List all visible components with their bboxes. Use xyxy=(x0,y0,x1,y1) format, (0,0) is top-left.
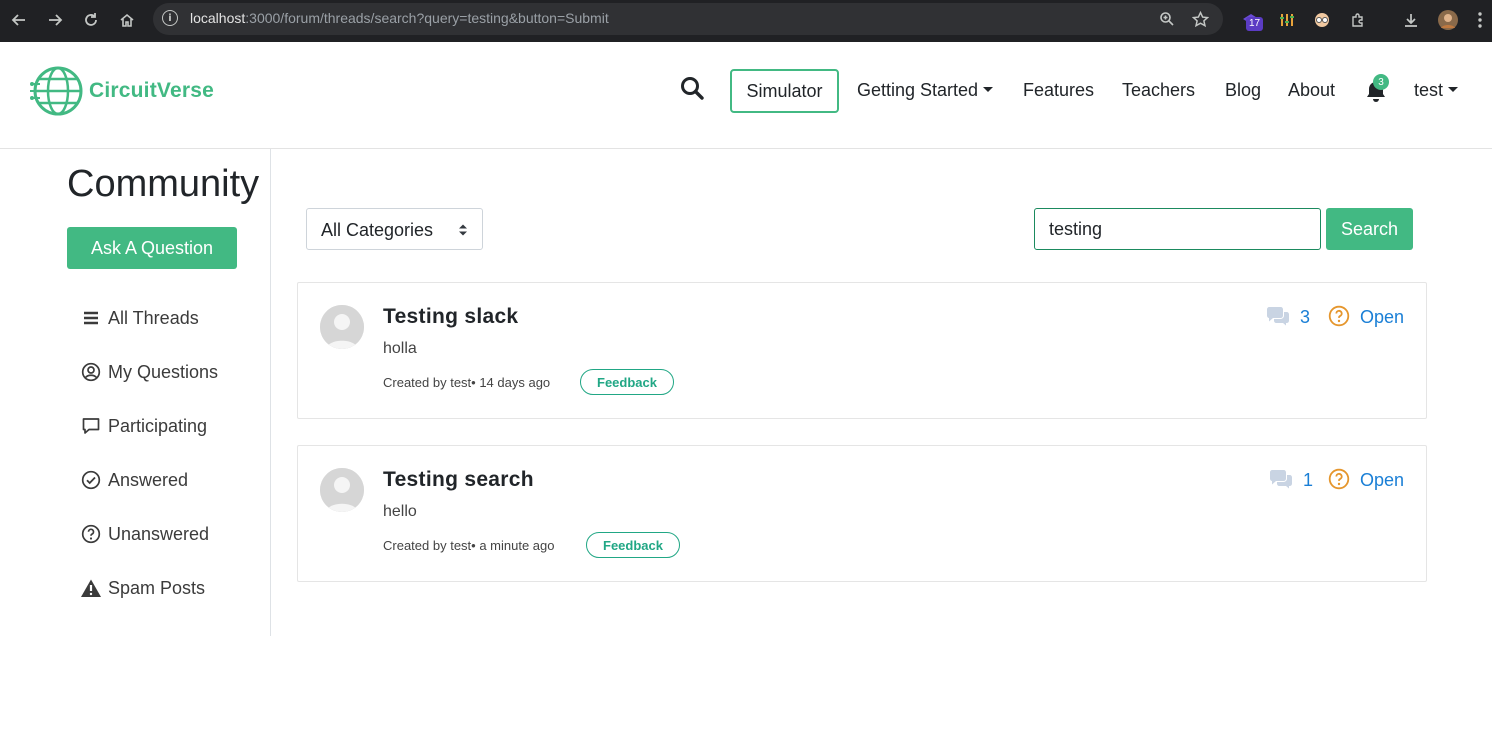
comments-icon xyxy=(1270,470,1292,489)
reply-count: 3 xyxy=(1300,307,1311,327)
browser-menu-icon[interactable] xyxy=(1467,7,1492,33)
comment-icon xyxy=(80,415,102,437)
features-link[interactable]: Features xyxy=(1023,80,1094,101)
extension-bars-icon[interactable] xyxy=(1274,7,1300,33)
category-tag[interactable]: Feedback xyxy=(586,532,680,558)
browser-toolbar: i localhost:3000/forum/threads/search?qu… xyxy=(0,0,1492,42)
sidebar-item-my-questions[interactable]: My Questions xyxy=(80,357,218,387)
getting-started-dropdown[interactable]: Getting Started xyxy=(857,80,994,101)
site-info-icon[interactable]: i xyxy=(162,10,178,26)
check-circle-icon xyxy=(80,469,102,491)
ask-question-button[interactable]: Ask A Question xyxy=(67,227,237,269)
user-circle-icon xyxy=(80,361,102,383)
reload-icon[interactable] xyxy=(78,7,104,33)
sidebar-item-all-threads[interactable]: All Threads xyxy=(80,303,199,333)
thread-excerpt: holla xyxy=(383,340,417,357)
sidebar-item-answered[interactable]: Answered xyxy=(80,465,188,495)
caret-down-icon xyxy=(1448,87,1459,93)
question-circle-icon xyxy=(1328,468,1350,490)
teachers-link[interactable]: Teachers xyxy=(1122,80,1195,101)
brand-logo[interactable]: CircuitVerse xyxy=(30,64,214,118)
sidebar-item-spam-posts[interactable]: Spam Posts xyxy=(80,573,205,603)
thread-title[interactable]: Testing search xyxy=(383,468,534,492)
thread-meta: Created by test• 14 days ago xyxy=(383,375,551,390)
search-input[interactable] xyxy=(1034,208,1321,250)
address-url: localhost:3000/forum/threads/search?quer… xyxy=(190,10,609,26)
notification-badge: 3 xyxy=(1373,74,1389,90)
blog-link[interactable]: Blog xyxy=(1225,80,1261,101)
forward-icon[interactable] xyxy=(42,7,68,33)
sidebar-item-unanswered[interactable]: Unanswered xyxy=(80,519,209,549)
search-icon[interactable] xyxy=(680,76,706,102)
profile-avatar-icon[interactable] xyxy=(1435,7,1461,33)
thread-card[interactable]: Testing slack holla Created by test• 14 … xyxy=(297,282,1427,419)
circuitverse-logo-icon xyxy=(30,66,83,116)
thread-status[interactable]: Open xyxy=(1360,307,1404,328)
caret-down-icon xyxy=(983,87,994,93)
about-link[interactable]: About xyxy=(1288,80,1335,101)
thread-excerpt: hello xyxy=(383,503,417,520)
extension-glasses-icon[interactable] xyxy=(1309,7,1335,33)
bookmark-star-icon[interactable] xyxy=(1189,8,1211,30)
comments-icon xyxy=(1267,307,1289,326)
simulator-button[interactable]: Simulator xyxy=(730,69,839,113)
extensions-puzzle-icon[interactable] xyxy=(1345,7,1371,33)
thread-title[interactable]: Testing slack xyxy=(383,305,518,329)
sidebar-item-participating[interactable]: Participating xyxy=(80,411,207,441)
category-tag[interactable]: Feedback xyxy=(580,369,674,395)
avatar xyxy=(320,305,364,349)
forum-sidebar: Community Ask A Question All Threads My … xyxy=(0,149,271,636)
question-circle-icon xyxy=(1328,305,1350,327)
address-bar[interactable]: i localhost:3000/forum/threads/search?qu… xyxy=(153,3,1223,35)
search-button[interactable]: Search xyxy=(1326,208,1413,250)
back-icon[interactable] xyxy=(6,7,32,33)
home-icon[interactable] xyxy=(114,7,140,33)
brand-name: CircuitVerse xyxy=(89,79,214,102)
avatar xyxy=(320,468,364,512)
thread-meta: Created by test• a minute ago xyxy=(383,538,555,553)
zoom-icon[interactable] xyxy=(1156,8,1178,30)
warning-icon xyxy=(80,577,102,599)
reply-count: 1 xyxy=(1303,470,1314,490)
site-navbar: CircuitVerse Simulator Getting Started F… xyxy=(0,42,1492,149)
download-icon[interactable] xyxy=(1398,7,1424,33)
question-circle-icon xyxy=(80,523,102,545)
category-select[interactable]: All Categories xyxy=(306,208,483,250)
user-menu-dropdown[interactable]: test xyxy=(1414,80,1459,101)
extension-badge: 17 xyxy=(1246,17,1264,31)
thread-status[interactable]: Open xyxy=(1360,470,1404,491)
select-arrows-icon xyxy=(459,224,467,236)
page-title: Community xyxy=(67,163,260,205)
list-icon xyxy=(80,307,102,329)
thread-card[interactable]: Testing search hello Created by test• a … xyxy=(297,445,1427,582)
